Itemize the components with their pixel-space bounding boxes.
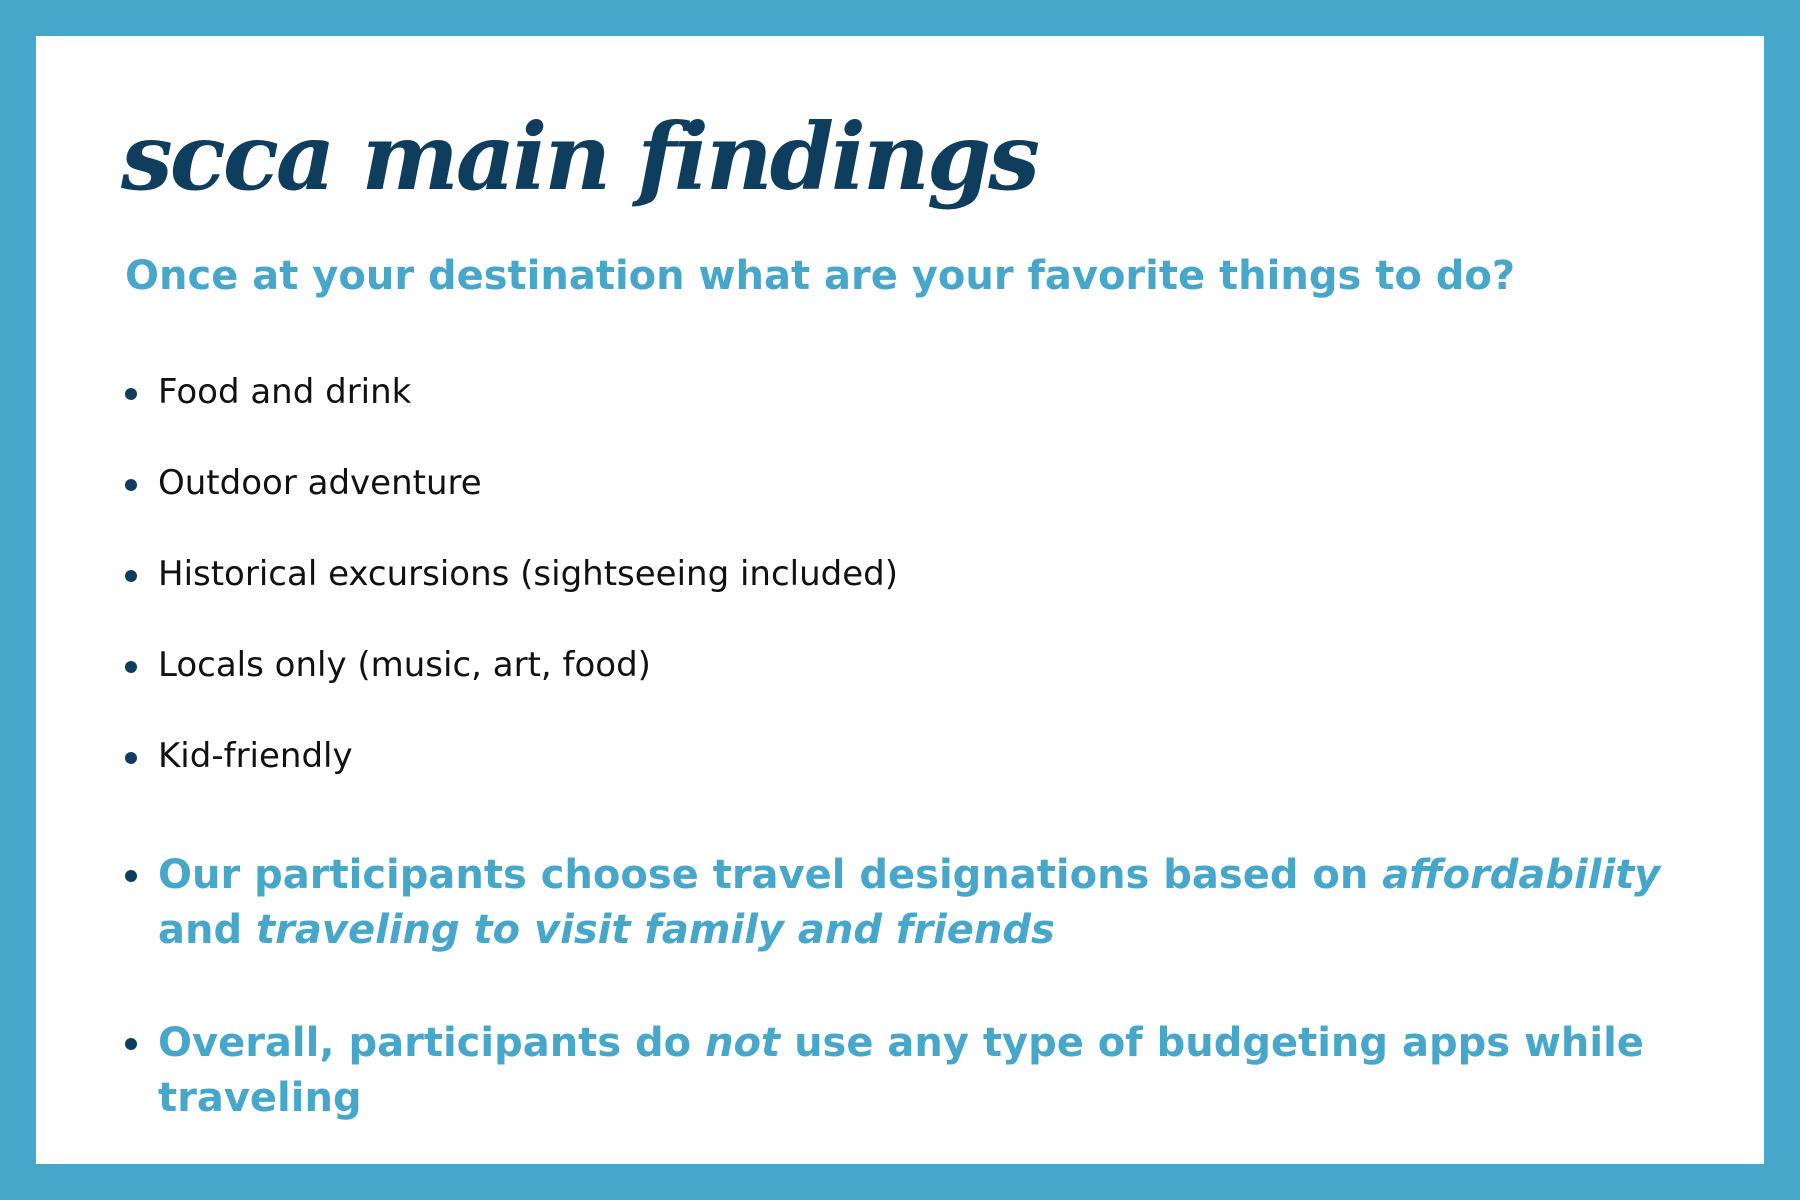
survey-question: Once at your destination what are your f… [125,253,1516,299]
bullet-icon [125,1038,137,1050]
bullet-icon [125,570,137,582]
finding-emphasis: not [705,1020,781,1066]
finding-item: Our participants choose travel designati… [125,848,1718,958]
finding-emphasis: affordability [1382,852,1661,898]
list-item: Outdoor adventure [125,461,898,552]
list-item: Food and drink [125,370,898,461]
activity-label: Kid-friendly [158,736,353,776]
finding-item: Overall, participants do not use any typ… [125,1016,1718,1126]
bullet-icon [125,479,137,491]
bullet-icon [125,661,137,673]
finding-text: and [158,907,257,953]
bullet-icon [125,870,137,882]
activity-label: Locals only (music, art, food) [158,645,651,685]
slide-title: scca main findings [121,103,1040,211]
list-item: Locals only (music, art, food) [125,643,898,734]
activity-label: Food and drink [158,372,412,412]
slide-card: scca main findings Once at your destinat… [36,36,1764,1164]
list-item: Historical excursions (sightseeing inclu… [125,552,898,643]
findings-list: Our participants choose travel designati… [125,848,1718,1126]
activity-list: Food and drink Outdoor adventure Histori… [125,370,898,825]
bullet-icon [125,752,137,764]
finding-text: Overall, participants do [158,1020,706,1066]
finding-text: Our participants choose travel designati… [158,852,1383,898]
list-item: Kid-friendly [125,734,898,825]
bullet-icon [125,388,137,400]
activity-label: Outdoor adventure [158,463,482,503]
activity-label: Historical excursions (sightseeing inclu… [158,554,899,594]
finding-emphasis: traveling to visit family and friends [256,907,1055,953]
